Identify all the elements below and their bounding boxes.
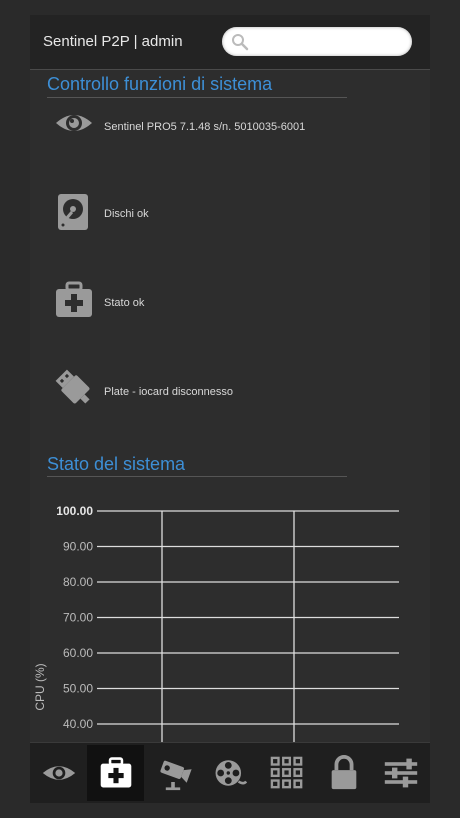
tab-cameras[interactable] (144, 745, 201, 801)
tab-recordings[interactable] (201, 745, 258, 801)
eye-icon (42, 766, 75, 780)
hard-disk-icon (54, 192, 94, 236)
y-axis-label: CPU (%) (33, 663, 47, 710)
tab-settings[interactable] (372, 745, 429, 801)
cpu-chart: CPU (%) 100.00 90.00 80.00 70.00 60.00 50.00 4… (30, 497, 430, 742)
status-item-iocard: Plate - iocard disconnesso (54, 368, 394, 412)
first-aid-kit-icon (54, 280, 94, 324)
bottom-tab-bar (30, 742, 430, 803)
eye-icon (54, 105, 94, 149)
section-title-system-functions: Controllo funzioni di sistema (47, 74, 273, 94)
y-tick-label: 100.00 (56, 504, 93, 518)
y-tick-label: 60.00 (63, 646, 93, 660)
search-box[interactable] (222, 27, 412, 56)
section-divider (47, 97, 347, 98)
search-icon (232, 34, 249, 51)
film-reel-icon (215, 760, 247, 786)
tab-multiview[interactable] (258, 745, 315, 801)
usb-plug-icon (54, 368, 94, 412)
cpu-chart-svg: CPU (%) 100.00 90.00 80.00 70.00 60.00 50.00 4… (33, 504, 399, 742)
y-tick-label: 50.00 (63, 682, 93, 696)
status-item-version: Sentinel PRO5 7.1.48 s/n. 5010035-6001 (54, 105, 394, 149)
sliders-icon (384, 758, 417, 788)
header-bar: Sentinel P2P | admin (30, 15, 430, 70)
status-item-label: Sentinel PRO5 7.1.48 s/n. 5010035-6001 (104, 121, 306, 133)
app-title: Sentinel P2P | admin (43, 33, 183, 50)
section-divider (47, 476, 347, 477)
status-item-label: Dischi ok (104, 208, 149, 220)
lock-icon (331, 755, 356, 790)
status-item-label: Plate - iocard disconnesso (104, 386, 234, 398)
grid-icon (270, 756, 302, 789)
y-tick-label: 40.00 (63, 717, 93, 731)
tab-security[interactable] (315, 745, 372, 801)
tab-live-view[interactable] (30, 745, 87, 801)
status-item-label: Stato ok (104, 297, 145, 309)
tab-system-status[interactable] (87, 745, 144, 801)
y-tick-label: 70.00 (63, 611, 93, 625)
first-aid-kit-icon (100, 757, 131, 788)
status-item-state: Stato ok (54, 280, 394, 324)
y-tick-label: 80.00 (63, 575, 93, 589)
section-title-system-status: Stato del sistema (47, 454, 186, 474)
app-window: Sentinel P2P | admin Controllo funzioni … (30, 15, 430, 803)
search-input[interactable] (254, 31, 406, 53)
y-tick-label: 90.00 (63, 540, 93, 554)
camera-icon (159, 760, 192, 791)
status-item-disks: Dischi ok (54, 192, 394, 236)
